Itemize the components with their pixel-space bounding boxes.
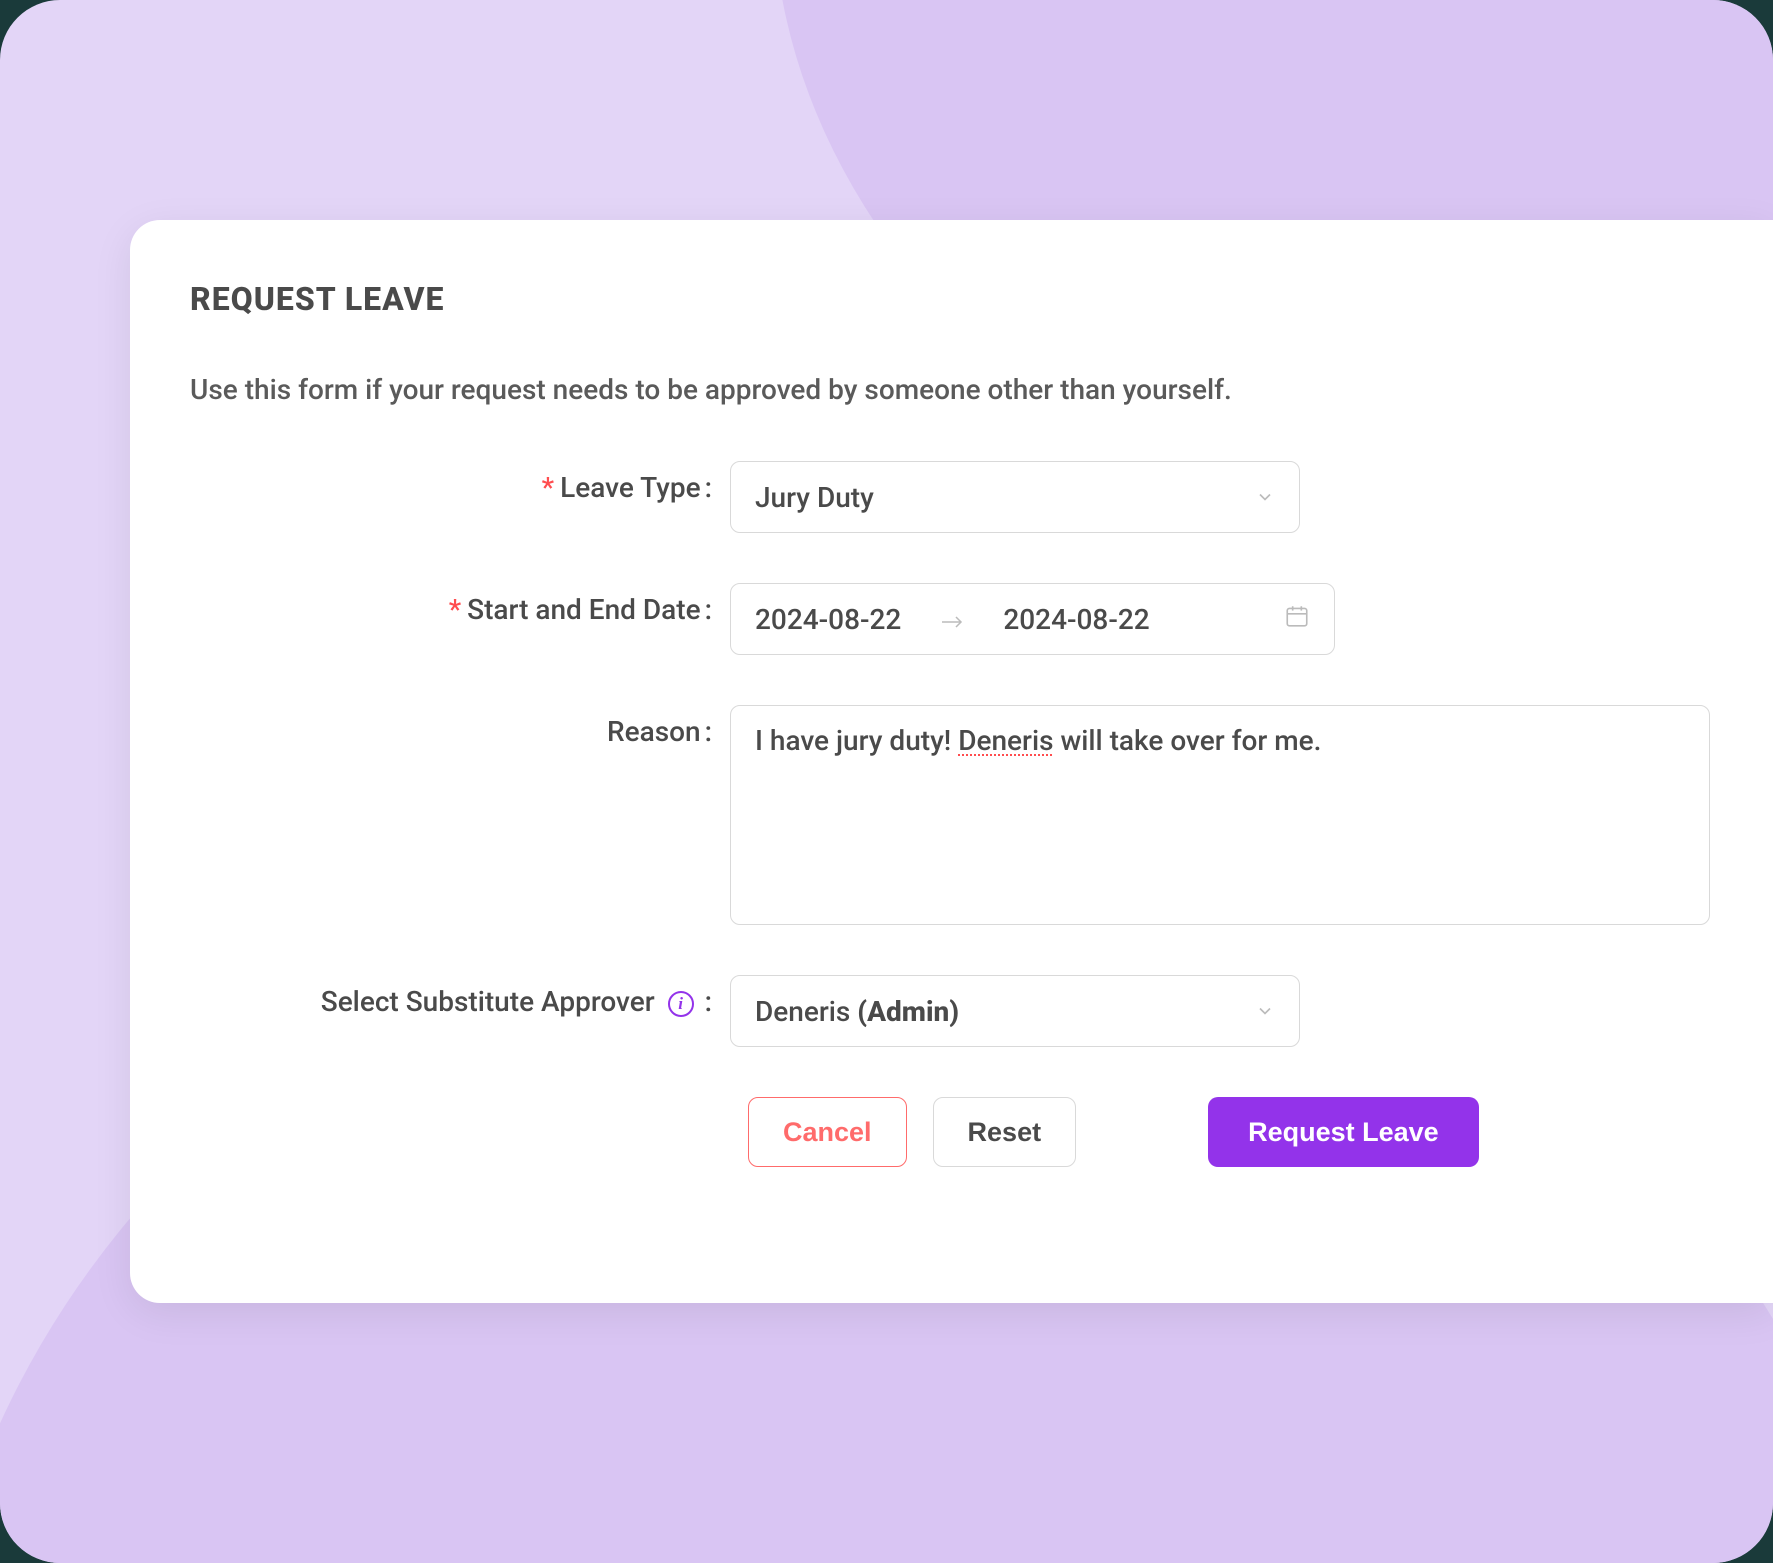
reset-button[interactable]: Reset (933, 1097, 1077, 1167)
request-leave-button[interactable]: Request Leave (1208, 1097, 1479, 1167)
required-indicator: * (542, 471, 554, 504)
cancel-button[interactable]: Cancel (748, 1097, 907, 1167)
form-description: Use this form if your request needs to b… (190, 373, 1713, 406)
chevron-down-icon (1255, 995, 1275, 1028)
approver-label: Select Substitute Approver i : (321, 985, 712, 1018)
info-icon[interactable]: i (668, 991, 694, 1017)
approver-value: Deneris (Admin) (755, 995, 959, 1028)
reason-label: Reason: (607, 715, 712, 748)
request-leave-form: REQUEST LEAVE Use this form if your requ… (130, 220, 1773, 1303)
calendar-icon (1284, 603, 1310, 636)
date-range-picker[interactable]: 2024-08-22 2024-08-22 (730, 583, 1335, 655)
required-indicator: * (449, 593, 461, 626)
form-title: REQUEST LEAVE (190, 280, 1713, 318)
reason-textarea[interactable]: I have jury duty! Deneris will take over… (730, 705, 1710, 925)
leave-type-value: Jury Duty (755, 481, 874, 514)
leave-type-label: *Leave Type: (542, 471, 712, 504)
arrow-right-icon (941, 603, 963, 636)
leave-type-select[interactable]: Jury Duty (730, 461, 1300, 533)
approver-select[interactable]: Deneris (Admin) (730, 975, 1300, 1047)
start-date-value: 2024-08-22 (755, 603, 901, 636)
spellcheck-word: Deneris (958, 724, 1053, 757)
chevron-down-icon (1255, 481, 1275, 514)
end-date-value: 2024-08-22 (1003, 603, 1149, 636)
date-range-label: *Start and End Date: (449, 593, 712, 626)
